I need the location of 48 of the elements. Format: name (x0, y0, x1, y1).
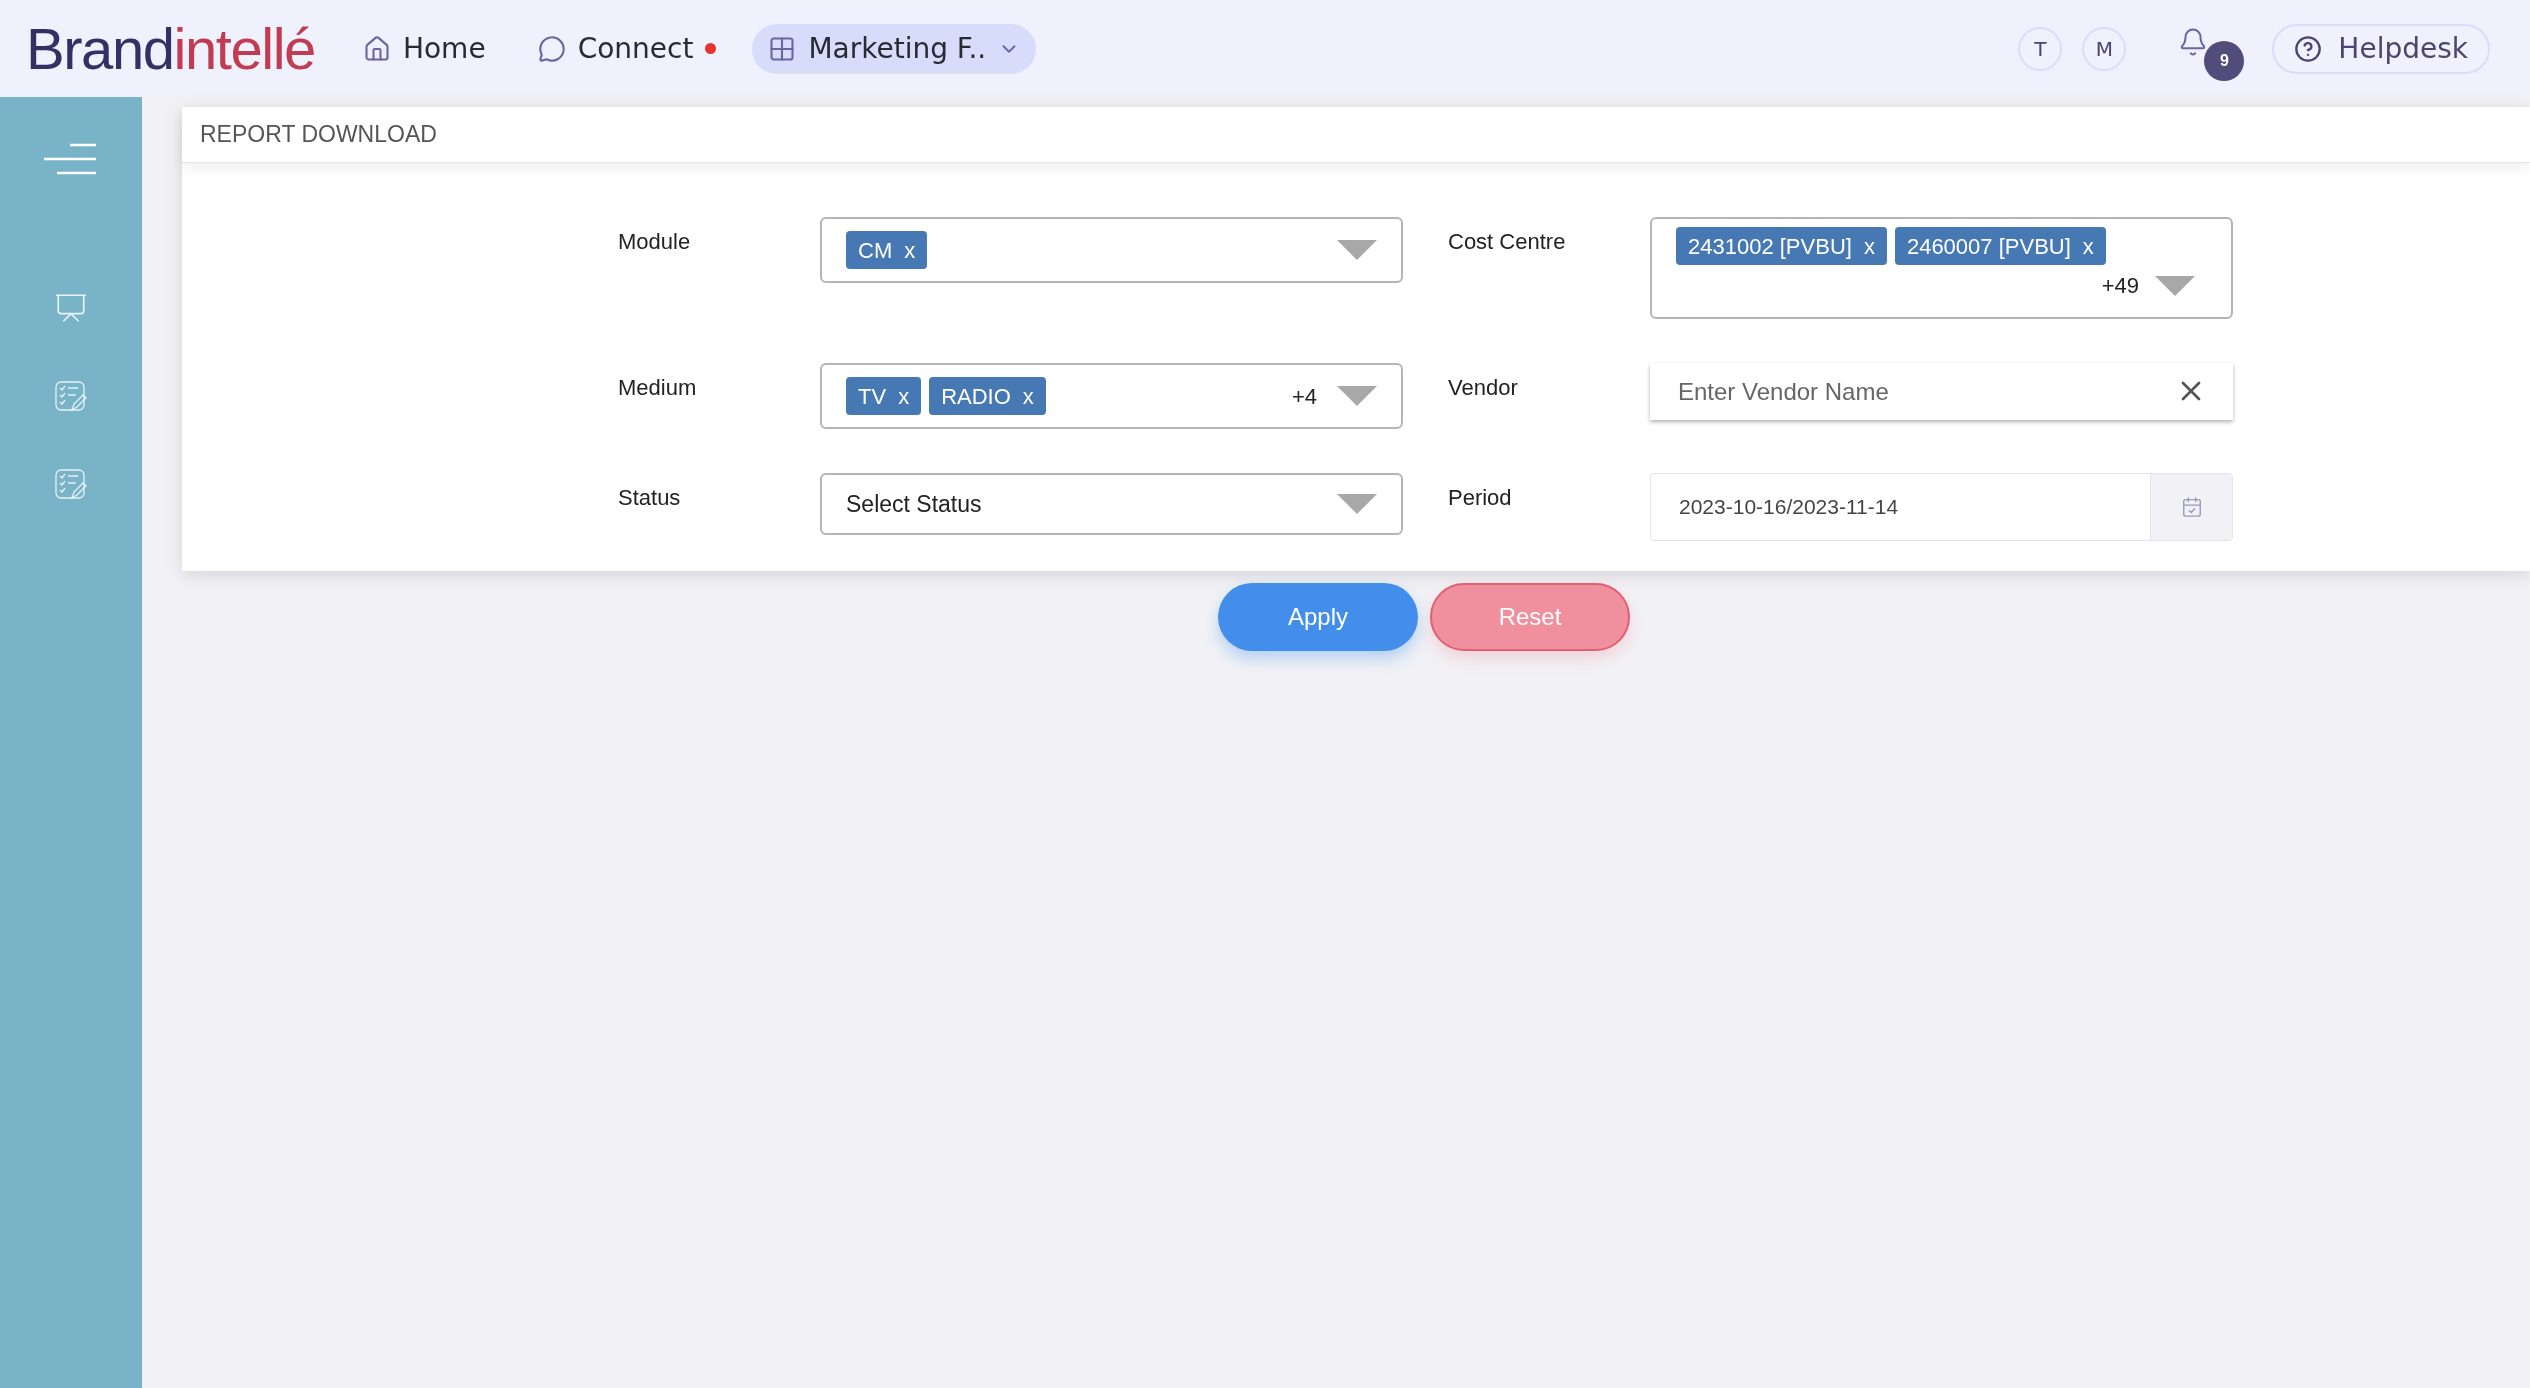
user-avatar[interactable]: T (2018, 26, 2063, 71)
brand-logo[interactable]: Brandintellé (26, 19, 315, 78)
nav-item[interactable]: Marketing F.. (752, 23, 1037, 74)
nav-item[interactable]: Connect (521, 23, 733, 74)
nav-item[interactable]: Home (346, 23, 502, 74)
field-label: Period (1448, 484, 1513, 512)
multi-select-field[interactable]: CM x (820, 217, 1403, 283)
field-label: Status (618, 484, 682, 512)
multi-select-field[interactable]: 2431002 [PVBU] x 2460007 [PVBU] x +49 (1650, 217, 2233, 319)
tag-label: TV (858, 382, 887, 411)
multi-select-field[interactable]: TV x RADIO x +4 (820, 363, 1403, 429)
tag-label: RADIO (941, 382, 1011, 411)
tag-remove-button[interactable]: x (898, 379, 910, 413)
select-field[interactable]: Select Status (820, 473, 1403, 535)
field-label: Medium (618, 374, 698, 402)
date-range-value: 2023-10-16/2023-11-14 (1678, 494, 1900, 521)
field-label: Module (618, 228, 692, 256)
dropdown-caret-icon[interactable] (1337, 386, 1377, 406)
date-range-field[interactable]: 2023-10-16/2023-11-14 (1650, 473, 2233, 541)
menu-icon[interactable] (44, 143, 98, 175)
home-icon (362, 34, 391, 63)
tag-remove-button[interactable]: x (904, 233, 916, 267)
more-count: +4 (1291, 382, 1317, 411)
dropdown-caret-icon[interactable] (1337, 494, 1377, 514)
calendar-button[interactable] (2150, 474, 2232, 540)
tag-label: 2460007 [PVBU] (1906, 232, 2071, 261)
vendor-input-field[interactable]: Enter Vendor Name (1650, 363, 2233, 420)
dropdown-caret-icon[interactable] (2155, 275, 2195, 296)
chat-bubble-icon (537, 34, 566, 63)
tag-remove-button[interactable]: x (1863, 229, 1875, 263)
more-count: +49 (2101, 272, 2139, 300)
checklist-pencil-icon[interactable] (55, 469, 87, 501)
calendar-icon (2180, 496, 2203, 518)
page-title: REPORT DOWNLOAD (200, 120, 437, 150)
tag-remove-button[interactable]: x (1022, 379, 1034, 413)
tag-remove-button[interactable]: x (2082, 229, 2094, 263)
helpdesk-button[interactable]: Helpdesk (2272, 23, 2490, 74)
field-label: Vendor (1448, 374, 1519, 402)
dropdown-caret-icon[interactable] (1337, 240, 1377, 260)
tag-label: 2431002 [PVBU] (1688, 232, 1852, 261)
grid-icon (768, 34, 797, 63)
select-placeholder: Select Status (846, 489, 983, 519)
user-avatar[interactable]: M (2082, 26, 2127, 71)
tag-label: CM (858, 236, 893, 265)
checklist-pencil-icon[interactable] (55, 381, 87, 413)
help-icon (2294, 34, 2323, 63)
field-label: Cost Centre (1448, 228, 1567, 256)
notification-badge: 9 (2204, 40, 2245, 81)
